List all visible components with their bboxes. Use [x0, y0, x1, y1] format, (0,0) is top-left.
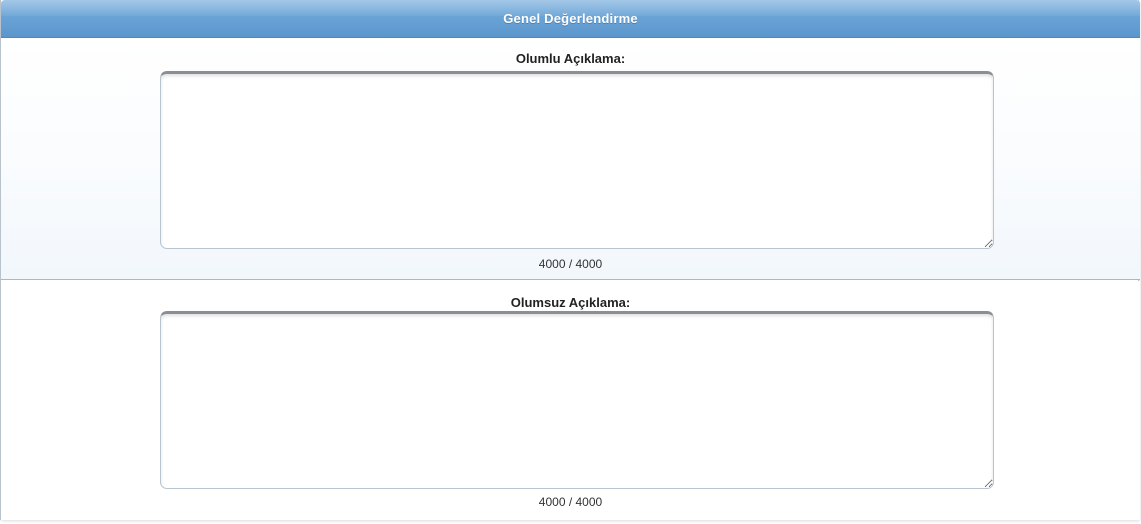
- panel-header: Genel Değerlendirme: [1, 0, 1140, 38]
- panel-title: Genel Değerlendirme: [503, 11, 638, 26]
- negative-char-counter: 4000 / 4000: [538, 495, 603, 509]
- positive-comment-section: Olumlu Açıklama: 4000 / 4000: [1, 38, 1140, 280]
- negative-comment-section: Olumsuz Açıklama: 4000 / 4000: [1, 281, 1140, 520]
- positive-comment-label: Olumlu Açıklama:: [515, 51, 626, 66]
- positive-char-counter: 4000 / 4000: [538, 257, 603, 271]
- negative-comment-textarea[interactable]: [160, 311, 994, 489]
- negative-comment-label: Olumsuz Açıklama:: [510, 295, 631, 310]
- general-evaluation-panel: Genel Değerlendirme Olumlu Açıklama: 400…: [0, 0, 1140, 520]
- positive-comment-textarea[interactable]: [160, 71, 994, 249]
